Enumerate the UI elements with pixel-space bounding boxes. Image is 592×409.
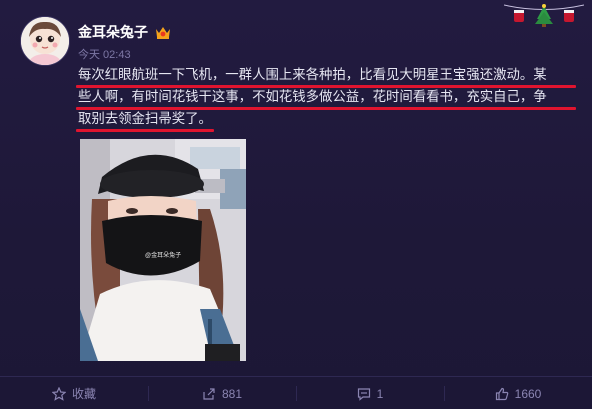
- like-count: 1660: [514, 386, 542, 401]
- vip-badge-icon[interactable]: [154, 24, 172, 40]
- favorite-button[interactable]: 收藏: [0, 377, 148, 409]
- comment-button[interactable]: 1: [296, 377, 444, 409]
- comment-count: 1: [376, 386, 384, 401]
- highlight-underline: [76, 85, 576, 88]
- highlight-underline: [76, 107, 576, 110]
- user-row: 金耳朵兔子: [78, 22, 172, 42]
- post-line: 些人啊，有时间花钱干这事，不如花钱多做公益，花时间看看书，充实自己，争: [78, 89, 547, 104]
- like-button[interactable]: 1660: [444, 377, 592, 409]
- highlight-underline: [76, 129, 214, 132]
- favorite-label: 收藏: [71, 387, 96, 401]
- comment-icon: [357, 387, 371, 401]
- repost-button[interactable]: 881: [148, 377, 296, 409]
- post-line: 取别去领金扫帚奖了。: [78, 111, 212, 126]
- post-timestamp[interactable]: 今天 02:43: [78, 46, 131, 62]
- repost-count: 881: [221, 386, 243, 401]
- star-icon: [51, 386, 66, 401]
- photo-watermark: @金耳朵兔子: [145, 253, 182, 259]
- thumbs-up-icon: [495, 387, 509, 401]
- avatar[interactable]: [20, 16, 70, 66]
- christmas-decoration-icon: [503, 2, 585, 28]
- username[interactable]: 金耳朵兔子: [78, 22, 148, 42]
- post-text: 每次红眼航班一下飞机，一群人围上来各种拍，比看见大明星王宝强还激动。某 些人啊，…: [78, 64, 578, 130]
- repost-icon: [202, 387, 216, 401]
- post-line: 每次红眼航班一下飞机，一群人围上来各种拍，比看见大明星王宝强还激动。某: [78, 67, 547, 82]
- action-bar: 收藏 881 1 1660: [0, 376, 592, 409]
- post-photo[interactable]: @金耳朵兔子: [80, 139, 246, 361]
- weibo-post-card: 金耳朵兔子 今天 02:43 每次红眼航班一下飞机，一群人围上来各种拍，比看见大…: [0, 0, 592, 409]
